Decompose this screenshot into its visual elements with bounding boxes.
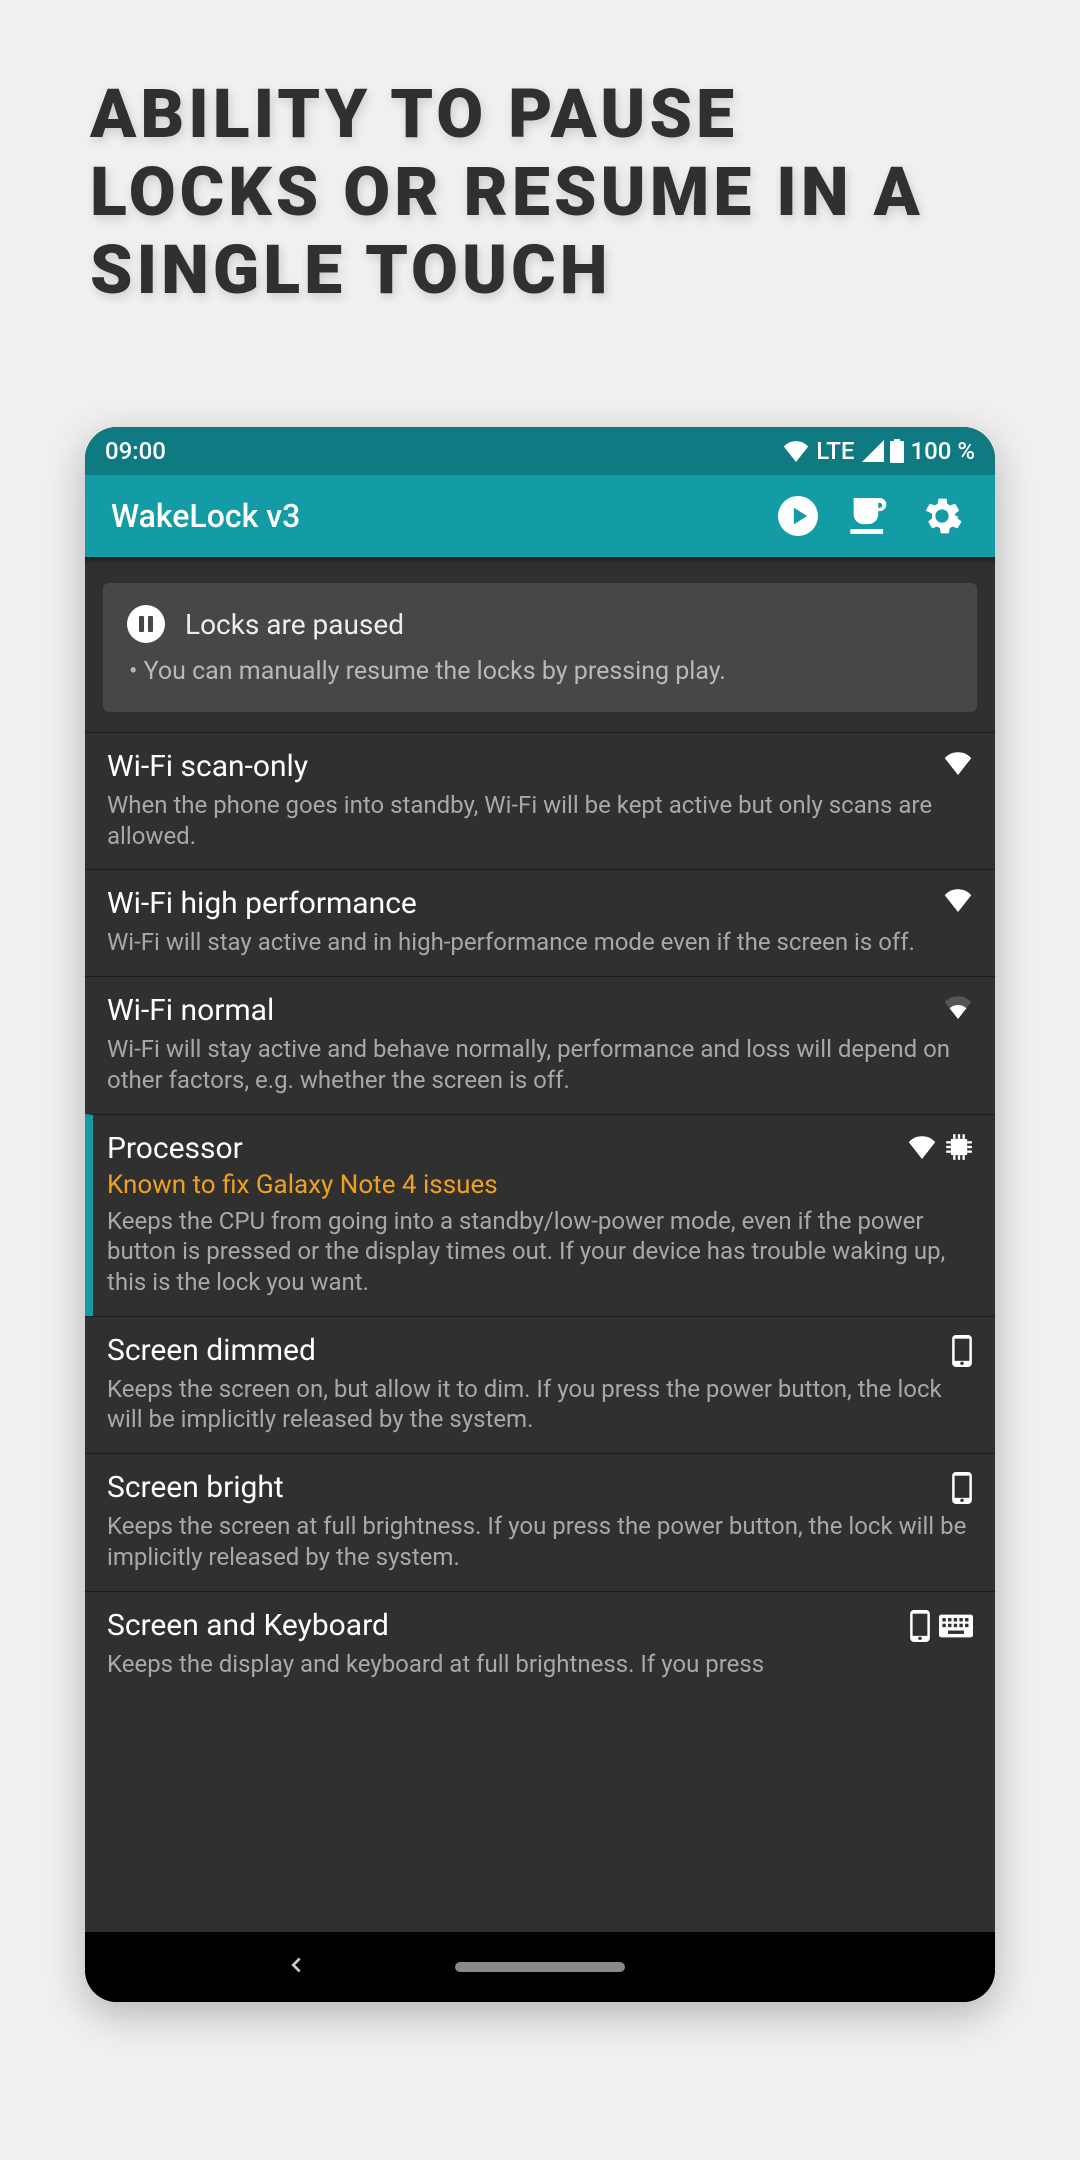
lock-description: Wi-Fi will stay active and in high-perfo… (107, 927, 973, 958)
battery-icon (890, 439, 904, 463)
lock-icons (943, 993, 973, 1019)
lock-item[interactable]: Wi-Fi high performance Wi-Fi will stay ac… (85, 869, 995, 976)
lock-title: Wi-Fi high performance (107, 886, 943, 921)
keyboard-icon (939, 1614, 973, 1638)
phone-frame: 09:00 LTE 100 % WakeLock v3 (85, 427, 995, 2002)
coffee-icon (850, 498, 890, 534)
android-navbar (85, 1932, 995, 2002)
nav-home-pill[interactable] (455, 1962, 625, 1972)
nav-back-button[interactable] (285, 1954, 307, 1980)
main-content: Locks are paused • You can manually resu… (85, 557, 995, 1932)
lock-title: Screen bright (107, 1470, 951, 1505)
lock-title: Screen dimmed (107, 1333, 951, 1368)
lock-icons (907, 1131, 973, 1161)
pause-banner: Locks are paused • You can manually resu… (103, 583, 977, 712)
lock-icons (943, 886, 973, 912)
lock-icons (951, 1470, 973, 1504)
wifi-icon (943, 888, 973, 912)
status-clock: 09:00 (105, 437, 166, 465)
lock-item[interactable]: Wi-Fi normal Wi-Fi will stay active and b… (85, 976, 995, 1113)
coffee-button[interactable] (839, 485, 901, 547)
phone-icon (951, 1472, 973, 1504)
lock-description: Keeps the screen at full brightness. If … (107, 1511, 973, 1572)
lock-item[interactable]: Screen and Keyboard Keeps the display and… (85, 1591, 995, 1698)
gear-icon (922, 496, 962, 536)
lock-description: Keeps the screen on, but allow it to dim… (107, 1374, 973, 1435)
promo-headline: Ability to pause locks or resume in a si… (90, 75, 990, 310)
banner-title: Locks are paused (185, 608, 404, 641)
wifi-icon (907, 1135, 937, 1159)
lock-icons (951, 1333, 973, 1367)
phone-icon (909, 1610, 931, 1642)
lock-note: Known to fix Galaxy Note 4 issues (107, 1170, 973, 1200)
play-button[interactable] (767, 485, 829, 547)
lock-description: Keeps the CPU from going into a standby/… (107, 1206, 973, 1298)
lock-description: Wi-Fi will stay active and behave normal… (107, 1034, 973, 1095)
status-lte: LTE (816, 437, 854, 465)
signal-icon (860, 440, 884, 462)
lock-icons (943, 749, 973, 775)
banner-subtitle: • You can manually resume the locks by p… (127, 657, 953, 686)
wifi-icon (943, 751, 973, 775)
lock-item[interactable]: Wi-Fi scan-only When the phone goes into … (85, 732, 995, 869)
lock-item[interactable]: Processor Known to fix Galaxy Note 4 issu… (85, 1114, 995, 1316)
lock-title: Processor (107, 1131, 907, 1166)
play-icon (778, 496, 818, 536)
lock-description: When the phone goes into standby, Wi-Fi … (107, 790, 973, 851)
wifi-icon (943, 995, 973, 1019)
lock-description: Keeps the display and keyboard at full b… (107, 1649, 973, 1680)
lock-item[interactable]: Screen dimmed Keeps the screen on, but al… (85, 1316, 995, 1453)
pause-icon (127, 605, 165, 643)
app-title: WakeLock v3 (111, 497, 300, 535)
lock-title: Screen and Keyboard (107, 1608, 909, 1643)
lock-list: Wi-Fi scan-only When the phone goes into … (85, 732, 995, 1697)
chevron-left-icon (285, 1954, 307, 1976)
lock-item[interactable]: Screen bright Keeps the screen at full br… (85, 1453, 995, 1590)
lock-title: Wi-Fi normal (107, 993, 943, 1028)
settings-button[interactable] (911, 485, 973, 547)
lock-icons (909, 1608, 973, 1642)
cpu-icon (945, 1133, 973, 1161)
phone-icon (951, 1335, 973, 1367)
status-battery: 100 % (910, 437, 975, 465)
app-toolbar: WakeLock v3 (85, 475, 995, 557)
statusbar: 09:00 LTE 100 % (85, 427, 995, 475)
wifi-icon (782, 440, 810, 462)
lock-title: Wi-Fi scan-only (107, 749, 943, 784)
